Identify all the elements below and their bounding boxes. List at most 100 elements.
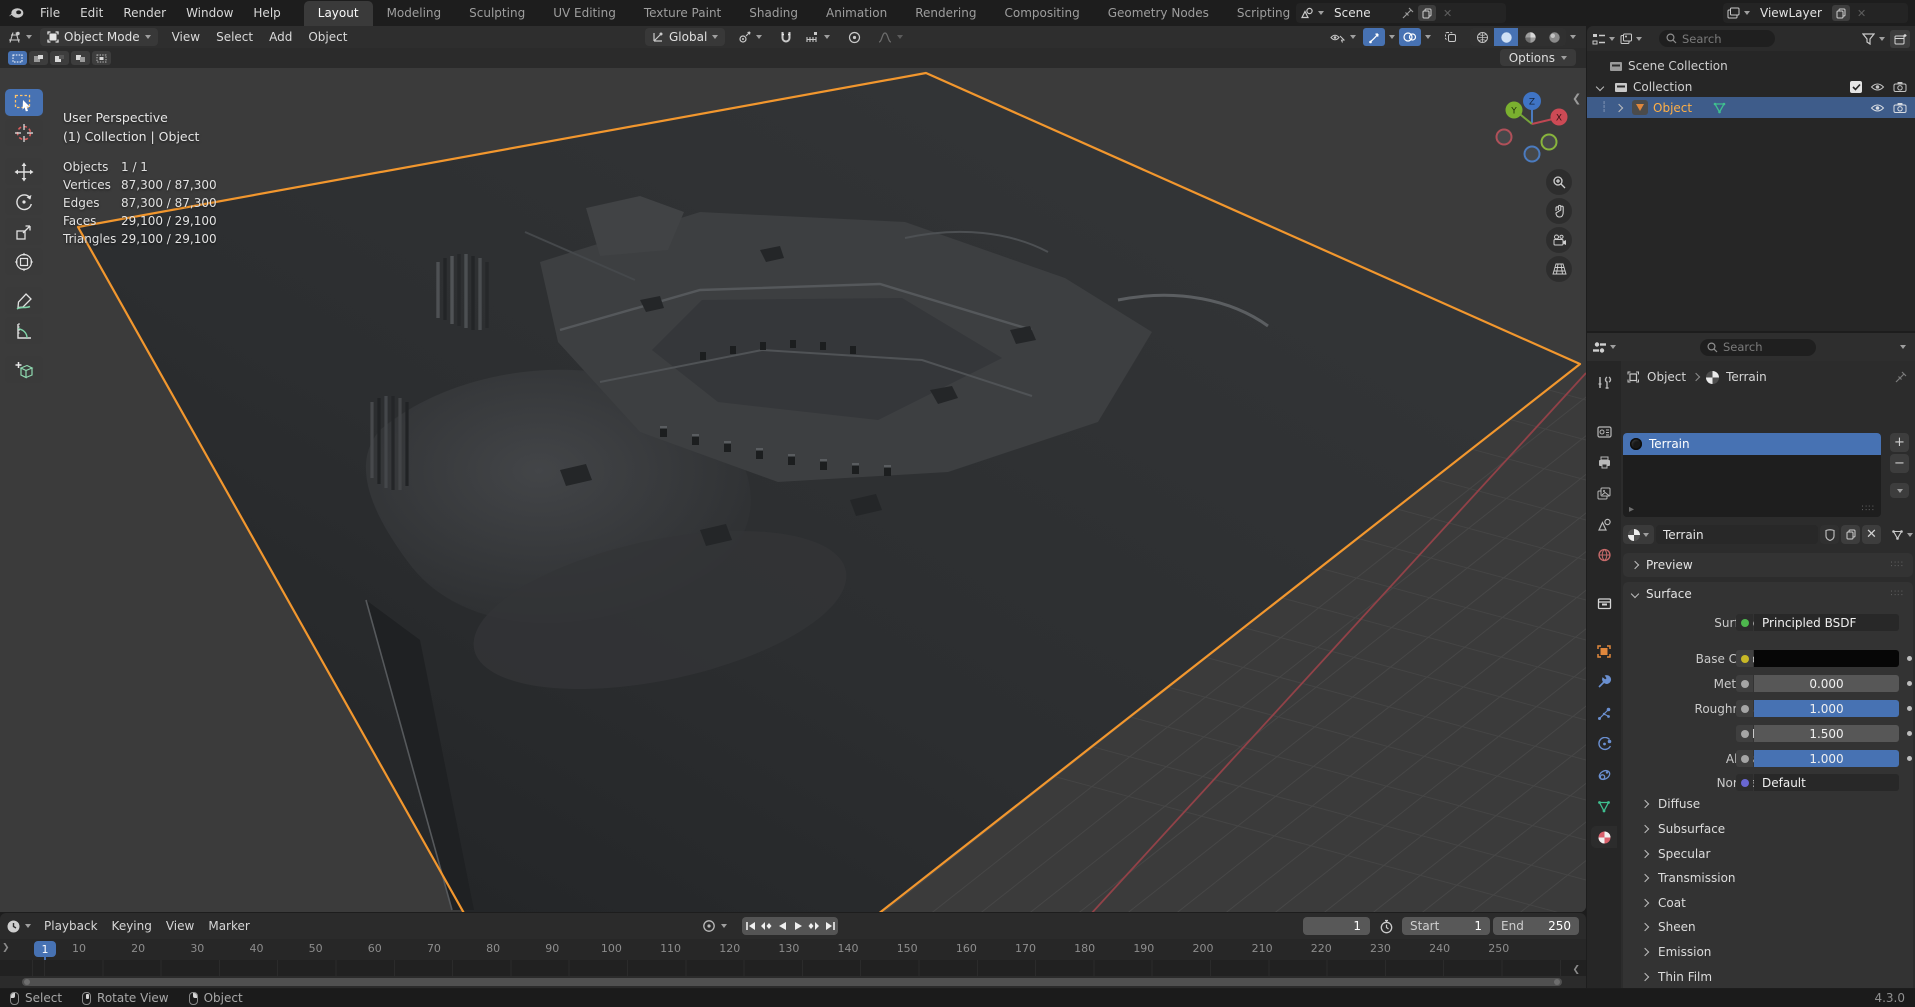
workspace-tab[interactable]: Compositing <box>990 1 1093 26</box>
select-box-tool[interactable] <box>5 89 43 116</box>
material-slot-selected[interactable]: Terrain <box>1623 433 1881 455</box>
options-button[interactable]: Options <box>1500 49 1576 66</box>
auto-keying-toggle[interactable] <box>702 919 727 933</box>
tab-collection[interactable] <box>1592 593 1616 613</box>
surface-subpanel-header[interactable]: Diffuse <box>1632 792 1904 817</box>
outliner-row-collection[interactable]: Collection <box>1587 76 1915 97</box>
tab-render[interactable] <box>1592 421 1616 441</box>
add-slot-button[interactable]: + <box>1890 433 1909 452</box>
workspace-tab[interactable]: Scripting <box>1223 1 1304 26</box>
workspace-tab[interactable]: Geometry Nodes <box>1094 1 1223 26</box>
frame-start-field[interactable]: Start1 <box>1402 917 1490 935</box>
outliner-row-scene-collection[interactable]: Scene Collection <box>1587 55 1915 76</box>
select-subtract-button[interactable] <box>50 51 69 65</box>
select-set-button[interactable] <box>8 51 27 65</box>
hide-viewport-icon[interactable] <box>1870 82 1885 92</box>
timeline-menu-item[interactable]: Marker <box>201 917 256 935</box>
tab-material[interactable] <box>1592 827 1616 847</box>
workspace-tab[interactable]: Sculpting <box>455 1 539 26</box>
tab-world[interactable] <box>1592 545 1616 565</box>
properties-search-input[interactable] <box>1723 340 1809 354</box>
surface-subpanel-header[interactable]: Subsurface <box>1632 817 1904 842</box>
viewport-menu-item[interactable]: Object <box>300 28 355 46</box>
surface-subpanel-header[interactable]: Transmission <box>1632 866 1904 891</box>
prev-keyframe-button[interactable] <box>758 917 774 935</box>
xray-toggle[interactable] <box>1439 28 1461 46</box>
tab-constraints[interactable] <box>1592 765 1616 785</box>
jump-to-start-button[interactable] <box>742 917 758 935</box>
blender-logo-icon[interactable] <box>8 6 25 20</box>
shading-rendered-button[interactable] <box>1542 28 1566 46</box>
expand-icon[interactable] <box>1615 103 1623 111</box>
unlink-scene-button[interactable]: ✕ <box>1440 7 1455 20</box>
animate-dot[interactable] <box>1907 756 1912 761</box>
proportional-falloff-dropdown[interactable] <box>871 28 910 46</box>
unlink-material-button[interactable]: ✕ <box>1862 525 1881 544</box>
timeline-scrollbar[interactable] <box>22 978 1562 986</box>
animate-dot[interactable] <box>1907 656 1912 661</box>
shading-dropdown-icon[interactable] <box>1570 35 1576 39</box>
hide-viewport-icon[interactable] <box>1870 103 1885 113</box>
remove-slot-button[interactable]: − <box>1890 454 1909 473</box>
current-frame-marker[interactable]: 1 <box>34 941 56 957</box>
outliner-editor-type-button[interactable] <box>1592 33 1615 45</box>
alpha-field[interactable]: 1.000 <box>1754 750 1899 767</box>
sidebar-collapse-icon[interactable]: ❮ <box>1572 92 1581 105</box>
normal-select-field[interactable]: Default <box>1754 774 1899 791</box>
slot-expand-icon[interactable]: ▸ <box>1629 504 1634 515</box>
camera-view-button[interactable] <box>1546 227 1572 253</box>
browse-material-button[interactable] <box>1623 525 1654 544</box>
workspace-tab[interactable]: UV Editing <box>539 1 630 26</box>
material-slot-list[interactable]: Terrain ▸ ∷∷ <box>1623 433 1881 517</box>
zoom-button[interactable] <box>1546 169 1572 195</box>
viewport-menu-item[interactable]: Select <box>208 28 261 46</box>
ior-field[interactable]: 1.500 <box>1754 725 1899 742</box>
outliner-row-object[interactable]: ┆ Object <box>1587 97 1915 118</box>
preview-panel[interactable]: Preview ∷∷ <box>1623 553 1913 577</box>
frame-end-field[interactable]: End250 <box>1493 917 1579 935</box>
scene-selector[interactable]: Scene ✕ <box>1296 3 1506 23</box>
transform-tool[interactable] <box>5 248 43 275</box>
slot-specials-button[interactable] <box>1890 483 1909 498</box>
surface-subpanel-header[interactable]: Specular <box>1632 841 1904 866</box>
fake-user-button[interactable] <box>1820 525 1839 544</box>
measure-tool[interactable] <box>5 317 43 344</box>
cursor-tool[interactable] <box>5 119 43 146</box>
surface-subpanel-header[interactable]: Thin Film <box>1632 964 1904 988</box>
scrollbar-right-handle[interactable] <box>1554 979 1560 985</box>
workspace-tab[interactable]: Texture Paint <box>630 1 735 26</box>
timeline-menu-item[interactable]: Keying <box>105 917 159 935</box>
properties-search[interactable] <box>1700 339 1816 356</box>
viewlayer-selector[interactable]: ViewLayer ✕ <box>1723 3 1908 23</box>
pin-icon[interactable] <box>1402 7 1414 19</box>
roughness-field[interactable]: 1.000 <box>1754 700 1899 717</box>
outliner-search[interactable] <box>1659 30 1775 47</box>
tab-view-layer[interactable] <box>1592 483 1616 503</box>
breadcrumb-material[interactable]: Terrain <box>1726 370 1767 384</box>
base-color-swatch[interactable] <box>1754 650 1899 667</box>
material-specials-button[interactable] <box>1891 529 1913 541</box>
tab-particles[interactable] <box>1592 703 1616 723</box>
pivot-point-dropdown[interactable] <box>731 28 769 46</box>
mode-selector[interactable]: Object Mode <box>40 28 158 46</box>
timeline-editor-type-button[interactable] <box>6 919 31 934</box>
workspace-tab[interactable]: Rendering <box>901 1 990 26</box>
move-tool[interactable] <box>5 158 43 185</box>
menubar-item[interactable]: Edit <box>71 3 112 23</box>
shader-select-field[interactable]: Principled BSDF <box>1754 614 1899 631</box>
remove-viewlayer-button[interactable]: ✕ <box>1854 7 1869 20</box>
breadcrumb-object[interactable]: Object <box>1647 370 1686 384</box>
pin-icon[interactable] <box>1895 371 1907 383</box>
viewport-menu-item[interactable]: View <box>164 28 208 46</box>
select-invert-button[interactable] <box>71 51 90 65</box>
menubar-item[interactable]: Window <box>177 3 242 23</box>
next-keyframe-button[interactable] <box>806 917 822 935</box>
overlays-dropdown-icon[interactable] <box>1425 35 1431 39</box>
animate-dot[interactable] <box>1907 731 1912 736</box>
menubar-item[interactable]: Render <box>114 3 175 23</box>
viewport-canvas[interactable] <box>0 68 1586 912</box>
tab-physics[interactable] <box>1592 734 1616 754</box>
shading-wireframe-button[interactable] <box>1470 28 1494 46</box>
pan-button[interactable] <box>1546 198 1572 224</box>
viewport-menu-item[interactable]: Add <box>261 28 300 46</box>
